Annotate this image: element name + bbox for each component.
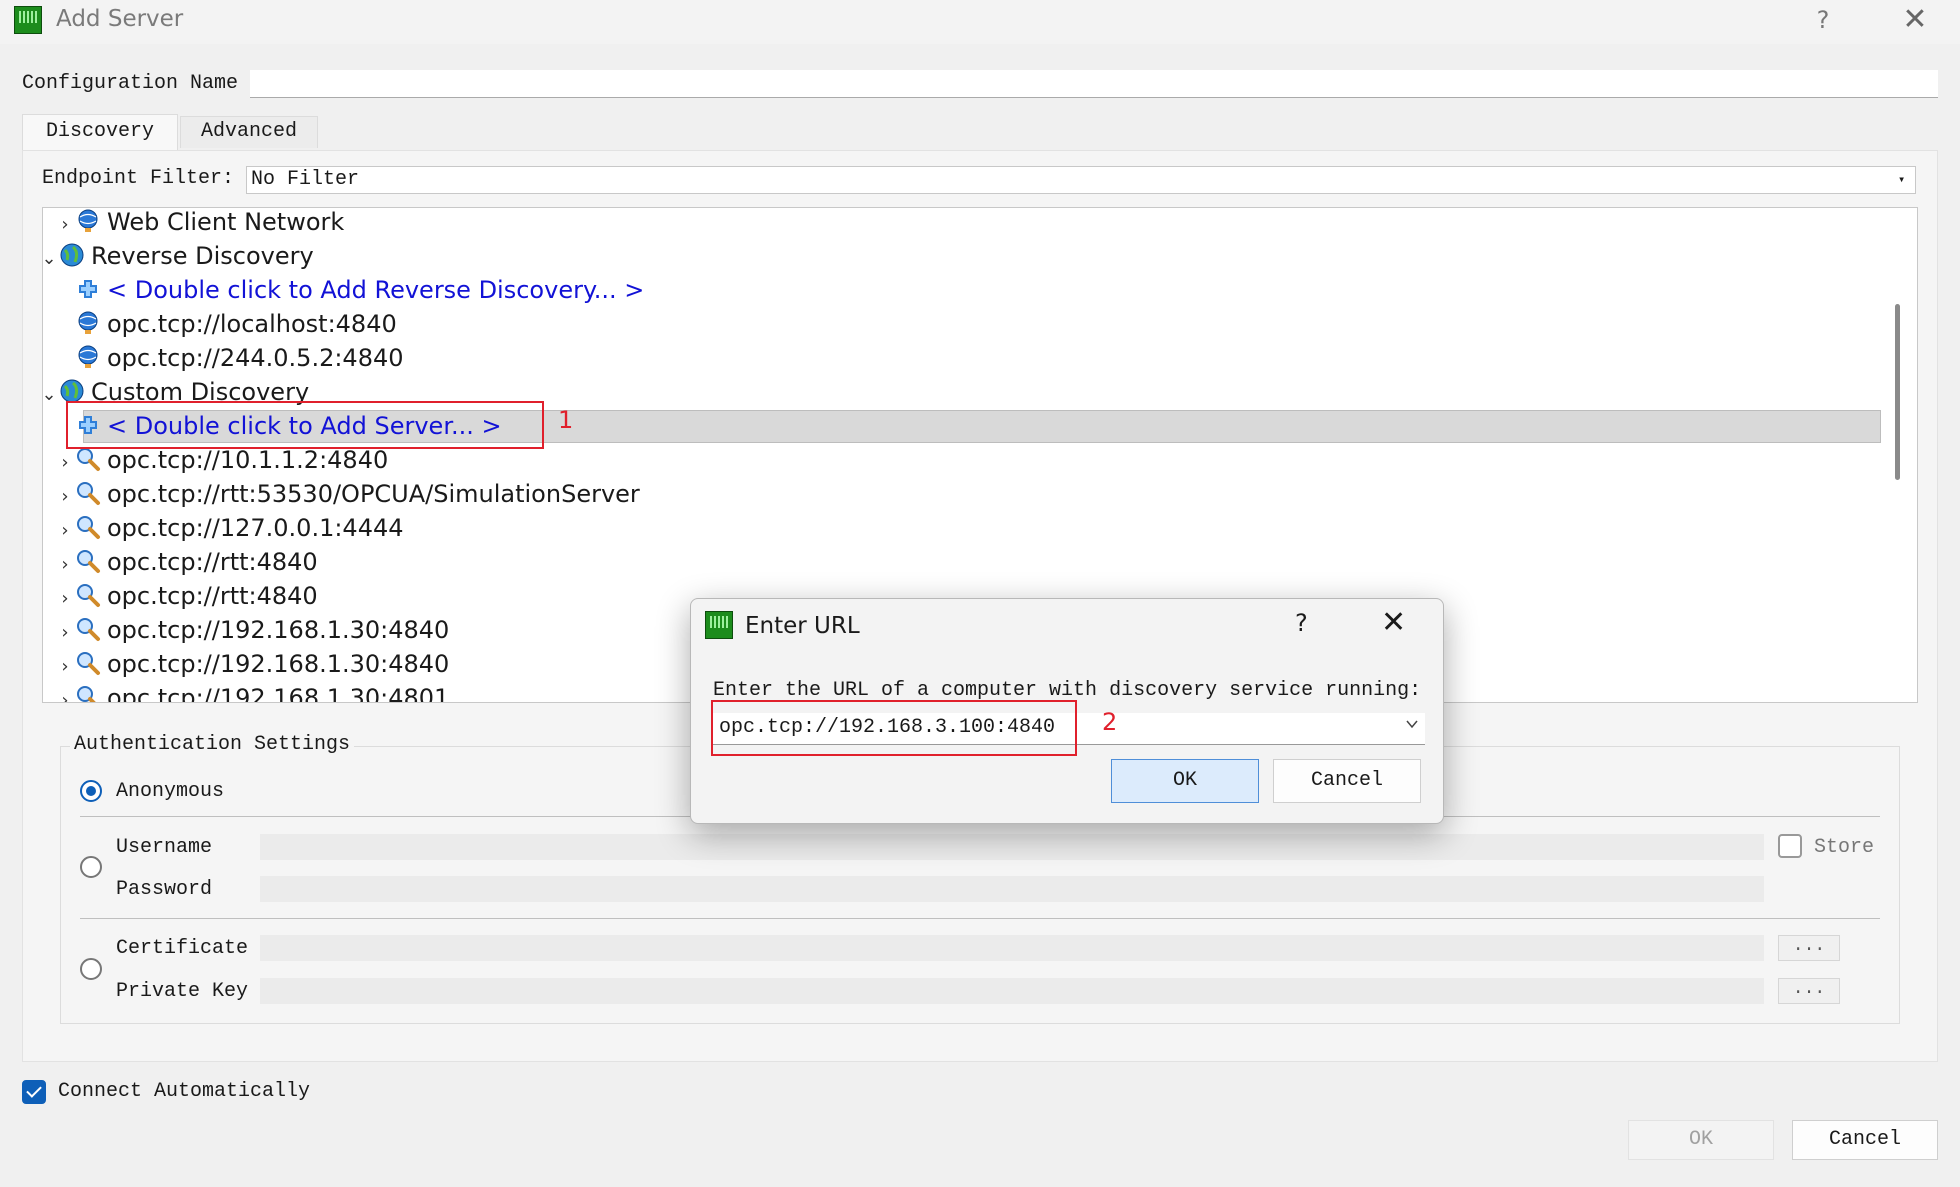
collapsed-chevron-icon[interactable]: ›: [55, 514, 75, 548]
anonymous-radio[interactable]: [80, 780, 102, 802]
tree-item[interactable]: › opc.tcp://192.168.1.30:4840: [55, 647, 449, 681]
certificate-label: Certificate: [116, 937, 249, 960]
collapsed-chevron-icon[interactable]: ›: [55, 582, 75, 616]
window-title: Add Server: [56, 6, 184, 32]
tree-scrollbar[interactable]: [1895, 304, 1900, 480]
tree-item-label: Reverse Discovery: [91, 242, 314, 270]
tab-discovery[interactable]: Discovery: [22, 114, 178, 150]
collapsed-chevron-icon[interactable]: ›: [55, 684, 75, 702]
connect-automatically-label: Connect Automatically: [58, 1080, 311, 1103]
store-checkbox[interactable]: [1778, 834, 1802, 858]
tree-item[interactable]: › opc.tcp://192.168.1.30:4840: [55, 613, 449, 647]
title-bar: [0, 0, 1960, 44]
dialog-close-button[interactable]: ✕: [1381, 605, 1406, 640]
tree-item[interactable]: › opc.tcp://rtt:53530/OPCUA/SimulationSer…: [55, 477, 640, 514]
magnifier-icon: [77, 448, 100, 471]
expanded-chevron-icon[interactable]: ⌄: [43, 378, 59, 412]
cancel-button[interactable]: Cancel: [1792, 1120, 1938, 1160]
config-name-label: Configuration Name: [22, 72, 239, 95]
anonymous-label: Anonymous: [116, 780, 225, 803]
connect-automatically-checkbox[interactable]: [22, 1080, 46, 1104]
tree-item[interactable]: › Web Client Network: [55, 208, 345, 242]
certificate-input[interactable]: [260, 935, 1764, 961]
username-input[interactable]: [260, 834, 1764, 860]
tab-advanced[interactable]: Advanced: [180, 116, 318, 148]
tree-item-label: opc.tcp://rtt:4840: [107, 548, 318, 576]
auth-divider: [80, 918, 1880, 919]
tree-item[interactable]: ⌄ Reverse Discovery: [43, 239, 314, 276]
ok-button[interactable]: OK: [1628, 1120, 1774, 1160]
password-label: Password: [116, 878, 213, 901]
globe-icon: [60, 243, 84, 267]
magnifier-icon: [77, 652, 100, 675]
collapsed-chevron-icon[interactable]: ›: [55, 480, 75, 514]
certificate-radio[interactable]: [80, 958, 102, 980]
tree-item[interactable]: › opc.tcp://127.0.0.1:4444: [55, 511, 404, 548]
tree-add-item[interactable]: < Double click to Add Reverse Discovery.…: [55, 273, 644, 307]
network-globe-icon: [78, 209, 98, 232]
magnifier-icon: [77, 482, 100, 505]
collapsed-chevron-icon[interactable]: ›: [55, 548, 75, 582]
tree-item-label: opc.tcp://localhost:4840: [107, 310, 397, 338]
tree-item[interactable]: opc.tcp://localhost:4840: [55, 307, 397, 341]
tree-item-label: opc.tcp://192.168.1.30:4801: [107, 684, 450, 703]
expanded-chevron-icon[interactable]: ⌄: [43, 242, 59, 276]
auth-settings-title: Authentication Settings: [70, 733, 355, 756]
collapsed-chevron-icon[interactable]: ›: [55, 616, 75, 650]
tree-item[interactable]: › opc.tcp://rtt:4840: [55, 579, 318, 616]
tree-item-label: opc.tcp://rtt:4840: [107, 582, 318, 610]
private-key-browse-button[interactable]: ...: [1778, 978, 1840, 1004]
dialog-prompt: Enter the URL of a computer with discove…: [713, 679, 1422, 702]
tree-item[interactable]: › opc.tcp://192.168.1.30:4801: [55, 681, 450, 703]
annotation-box-1: [66, 401, 544, 449]
tree-item-label: opc.tcp://192.168.1.30:4840: [107, 650, 450, 678]
dialog-logo-icon: [705, 611, 733, 639]
network-globe-icon: [78, 311, 98, 334]
store-label: Store: [1814, 836, 1875, 859]
tree-item-label: opc.tcp://127.0.0.1:4444: [107, 514, 404, 542]
help-button[interactable]: ?: [1808, 2, 1838, 38]
endpoint-filter-select[interactable]: No Filter: [246, 166, 1916, 194]
chevron-down-icon[interactable]: [1405, 717, 1419, 731]
tree-item[interactable]: opc.tcp://244.0.5.2:4840: [55, 341, 404, 375]
tree-item-label: Web Client Network: [107, 208, 345, 236]
tree-item-label: < Double click to Add Reverse Discovery.…: [107, 276, 645, 304]
close-button[interactable]: ✕: [1898, 2, 1932, 38]
plus-icon: [79, 280, 97, 298]
annotation-label-1: 1: [558, 406, 574, 434]
tree-item-label: opc.tcp://rtt:53530/OPCUA/SimulationServ…: [107, 480, 640, 508]
username-password-radio[interactable]: [80, 856, 102, 878]
magnifier-icon: [77, 618, 100, 641]
magnifier-icon: [77, 516, 100, 539]
dialog-help-button[interactable]: ?: [1295, 609, 1308, 637]
password-input[interactable]: [260, 876, 1764, 902]
network-globe-icon: [78, 345, 98, 368]
magnifier-icon: [77, 550, 100, 573]
collapsed-chevron-icon[interactable]: ›: [55, 208, 75, 242]
dialog-title: Enter URL: [745, 613, 860, 639]
dialog-cancel-button[interactable]: Cancel: [1273, 759, 1421, 803]
endpoint-filter-label: Endpoint Filter:: [42, 167, 235, 190]
dialog-ok-button[interactable]: OK: [1111, 759, 1259, 803]
private-key-input[interactable]: [260, 978, 1764, 1004]
tree-item-label: opc.tcp://244.0.5.2:4840: [107, 344, 404, 372]
private-key-label: Private Key: [116, 980, 249, 1003]
dropdown-arrow-icon[interactable]: ▾: [1898, 168, 1905, 192]
magnifier-icon: [77, 584, 100, 607]
collapsed-chevron-icon[interactable]: ›: [55, 446, 75, 480]
username-label: Username: [116, 836, 213, 859]
annotation-box-2: [711, 700, 1077, 756]
config-name-input[interactable]: [250, 70, 1938, 98]
tree-item-label: opc.tcp://192.168.1.30:4840: [107, 616, 450, 644]
app-logo-icon: [14, 6, 42, 34]
tree-item[interactable]: › opc.tcp://rtt:4840: [55, 545, 318, 582]
annotation-label-2: 2: [1102, 708, 1118, 736]
magnifier-icon: [77, 686, 96, 702]
certificate-browse-button[interactable]: ...: [1778, 935, 1840, 961]
collapsed-chevron-icon[interactable]: ›: [55, 650, 75, 684]
tree-item-label: opc.tcp://10.1.1.2:4840: [107, 446, 389, 474]
